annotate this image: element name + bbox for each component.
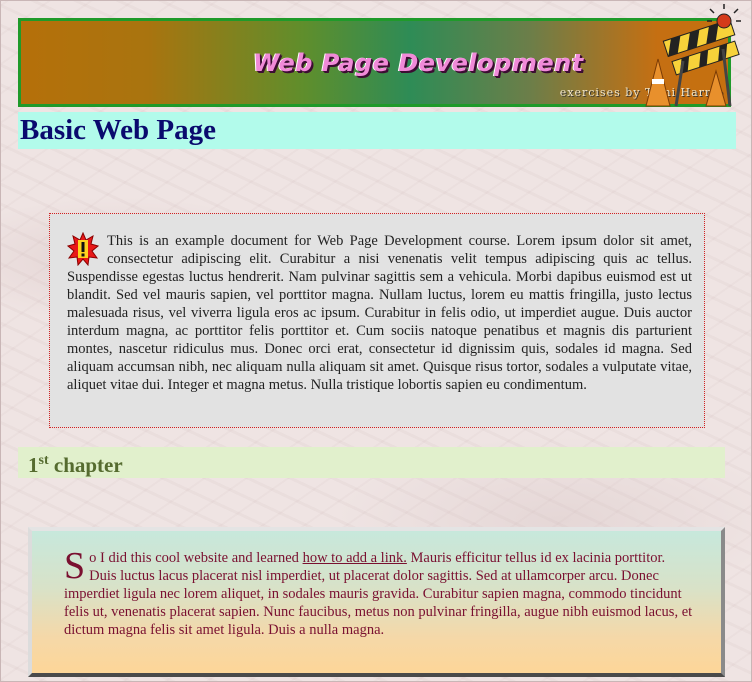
notice-box: This is an example document for Web Page… bbox=[49, 213, 705, 428]
notice-text: This is an example document for Web Page… bbox=[67, 233, 692, 393]
drop-cap: S bbox=[64, 545, 86, 587]
add-link-link[interactable]: how to add a link. bbox=[303, 550, 407, 566]
warning-icon bbox=[67, 232, 99, 266]
construction-barrier-icon bbox=[645, 4, 741, 107]
chapter-heading: 1st chapter bbox=[18, 447, 725, 478]
story-box: So I did this cool website and learned h… bbox=[28, 527, 725, 677]
chapter-ordinal-suffix: st bbox=[38, 453, 49, 468]
header-banner: Web Page Development exercises by Tomi H… bbox=[18, 4, 741, 107]
story-lead-text: o I did this cool website and learned bbox=[89, 550, 303, 566]
banner-title: Web Page Development bbox=[253, 49, 584, 77]
chapter-number: 1 bbox=[28, 453, 39, 477]
page-title: Basic Web Page bbox=[18, 112, 736, 149]
chapter-label: chapter bbox=[48, 453, 123, 477]
